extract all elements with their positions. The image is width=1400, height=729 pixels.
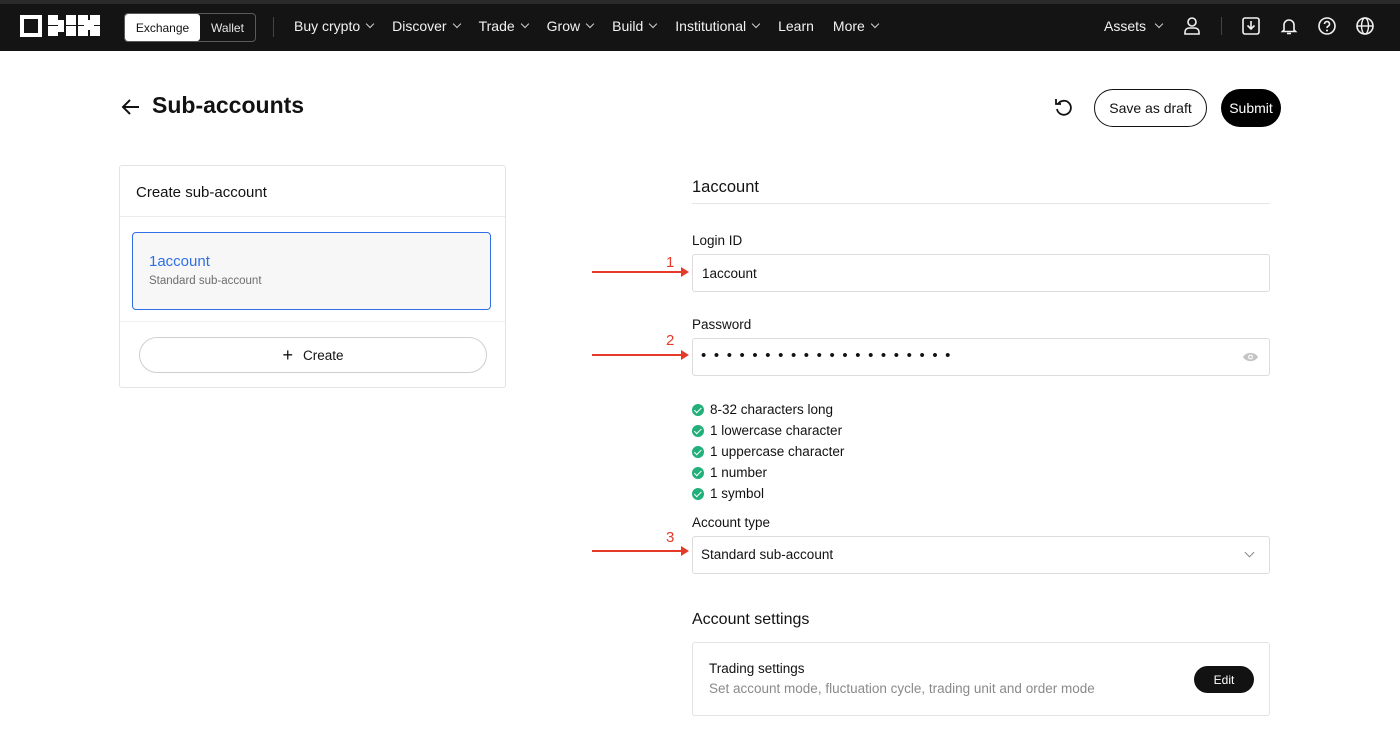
trading-settings-card: Trading settings Set account mode, fluct… <box>692 642 1270 716</box>
password-rules: 8-32 characters long 1 lowercase charact… <box>692 399 844 504</box>
nav-grow[interactable]: Grow <box>546 17 595 34</box>
check-circle-icon <box>692 487 704 500</box>
chevron-down-icon <box>585 19 595 28</box>
reset-icon[interactable] <box>1052 96 1074 118</box>
nav-more[interactable]: More <box>832 17 880 34</box>
okx-logo[interactable] <box>20 15 100 37</box>
annotation-arrow <box>592 546 689 556</box>
download-icon[interactable] <box>1241 16 1261 36</box>
back-arrow-icon[interactable] <box>120 95 142 119</box>
nav-label: Trade <box>478 17 515 34</box>
trading-settings-title: Trading settings <box>709 661 805 676</box>
chevron-down-icon <box>365 19 375 28</box>
panel-title: Create sub-account <box>136 184 267 201</box>
annotation-arrow <box>592 350 689 360</box>
create-button[interactable]: + Create <box>139 337 487 373</box>
rule-item: 8-32 characters long <box>692 399 844 420</box>
create-label: Create <box>302 347 344 363</box>
check-circle-icon <box>692 403 704 416</box>
divider <box>120 216 505 217</box>
nav-build[interactable]: Build <box>612 17 658 34</box>
form-section-title: 1account <box>692 178 759 196</box>
wallet-tab[interactable]: Wallet <box>200 14 255 41</box>
rule-text: 8-32 characters long <box>710 402 834 417</box>
edit-button[interactable]: Edit <box>1194 666 1254 693</box>
rule-item: 1 lowercase character <box>692 420 844 441</box>
sub-account-card[interactable]: 1account Standard sub-account <box>132 232 491 310</box>
rule-text: 1 number <box>710 465 768 480</box>
rule-text: 1 symbol <box>710 486 765 501</box>
exchange-wallet-switch: Exchange Wallet <box>124 13 256 42</box>
annotation-number: 1 <box>666 254 675 271</box>
trading-settings-description: Set account mode, fluctuation cycle, tra… <box>709 681 1095 696</box>
user-icon[interactable] <box>1182 16 1202 36</box>
chevron-down-icon <box>751 19 761 28</box>
annotation-number: 2 <box>666 332 675 349</box>
password-value: •••••••••••••••••••• <box>701 347 959 364</box>
exchange-tab[interactable]: Exchange <box>125 14 200 41</box>
nav-buy-crypto[interactable]: Buy crypto <box>294 17 375 34</box>
save-as-draft-button[interactable]: Save as draft <box>1094 89 1207 127</box>
nav-label: More <box>832 17 865 34</box>
submit-button[interactable]: Submit <box>1221 89 1281 127</box>
check-circle-icon <box>692 424 704 437</box>
nav-label: Discover <box>392 17 447 34</box>
nav-menu: Buy crypto Discover Trade Grow Build Ins… <box>294 0 897 51</box>
divider <box>692 203 1270 204</box>
top-nav: Exchange Wallet Buy crypto Discover Trad… <box>0 0 1400 51</box>
rule-item: 1 uppercase character <box>692 441 844 462</box>
account-type-value: Standard sub-account <box>701 547 834 562</box>
login-id-label: Login ID <box>692 233 743 248</box>
nav-label: Build <box>612 17 644 34</box>
account-type-select[interactable]: Standard sub-account <box>692 536 1270 574</box>
check-circle-icon <box>692 466 704 479</box>
nav-divider <box>273 17 274 37</box>
rule-text: 1 uppercase character <box>710 444 845 459</box>
check-circle-icon <box>692 445 704 458</box>
page-title: Sub-accounts <box>152 92 305 118</box>
globe-icon[interactable] <box>1355 16 1375 36</box>
nav-trade[interactable]: Trade <box>478 17 529 34</box>
chevron-down-icon <box>520 19 529 28</box>
chevron-down-icon <box>1244 547 1255 558</box>
rule-item: 1 number <box>692 462 844 483</box>
divider <box>120 321 505 322</box>
help-icon[interactable] <box>1317 16 1337 36</box>
account-type-label: Account type <box>692 515 771 530</box>
chevron-down-icon <box>870 19 880 28</box>
rule-text: 1 lowercase character <box>710 423 843 438</box>
annotation-number: 3 <box>666 529 675 546</box>
plus-icon: + <box>282 345 293 365</box>
rule-item: 1 symbol <box>692 483 844 504</box>
nav-institutional[interactable]: Institutional <box>675 17 761 34</box>
chevron-down-icon <box>452 19 461 28</box>
nav-label: Grow <box>546 17 581 34</box>
nav-discover[interactable]: Discover <box>392 17 461 34</box>
bell-icon[interactable] <box>1279 16 1299 36</box>
nav-divider <box>1221 17 1222 35</box>
account-settings-title: Account settings <box>692 611 810 628</box>
nav-label: Institutional <box>675 17 747 34</box>
login-id-input[interactable] <box>693 255 1269 291</box>
nav-learn[interactable]: Learn <box>778 18 814 34</box>
password-field[interactable]: •••••••••••••••••••• <box>692 338 1270 376</box>
nav-label: Buy crypto <box>294 17 361 34</box>
sub-account-name: 1account <box>149 253 210 270</box>
chevron-down-icon <box>1154 19 1164 28</box>
password-label: Password <box>692 317 752 332</box>
sub-account-type: Standard sub-account <box>149 275 262 287</box>
nav-label: Learn <box>778 17 814 34</box>
sub-account-list-panel: Create sub-account 1account Standard sub… <box>119 165 506 388</box>
annotation-arrow <box>592 267 689 277</box>
login-id-field <box>692 254 1270 292</box>
chevron-down-icon <box>649 19 658 28</box>
assets-label: Assets <box>1104 17 1147 34</box>
eye-icon[interactable] <box>1242 351 1259 363</box>
assets-menu[interactable]: Assets <box>1104 0 1164 51</box>
